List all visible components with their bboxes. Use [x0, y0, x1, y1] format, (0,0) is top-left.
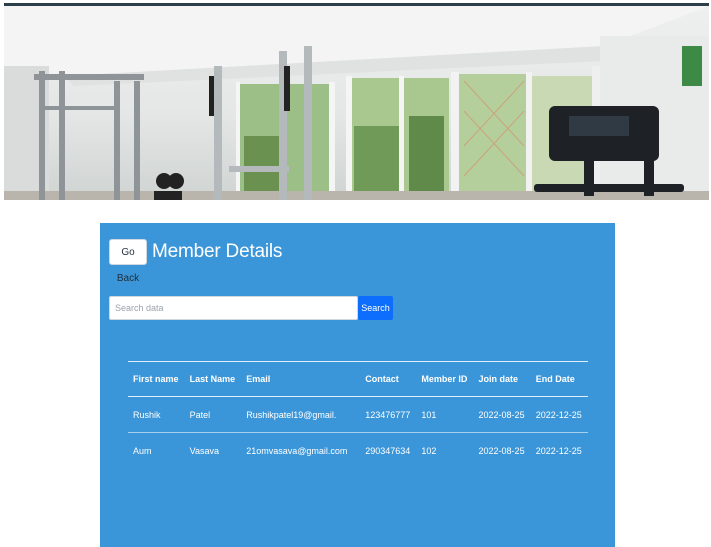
- cell-email: Rushikpatel19@gmail.: [246, 409, 337, 420]
- cell-contact: 290347634: [365, 445, 411, 456]
- column-header-last-name: Last Name: [189, 374, 236, 384]
- search-input[interactable]: [109, 296, 358, 320]
- member-details-panel: Go Back Member Details Search First name…: [100, 223, 615, 547]
- column-header-email: Email: [246, 374, 271, 384]
- column-header-end-date: End Date: [535, 374, 575, 384]
- cell-contact: 123476777: [365, 409, 411, 420]
- cell-last-name: Patel: [189, 409, 211, 420]
- members-table: First name Last Name Email Contact Membe…: [128, 361, 588, 468]
- cell-first-name: Aum: [133, 445, 152, 456]
- table-row[interactable]: Aum Vasava 21omvasava@gmail.com 29034763…: [128, 433, 588, 469]
- cell-member-id: 101: [421, 409, 437, 420]
- cell-end-date: 2022-12-25: [535, 409, 582, 420]
- column-header-member-id: Member ID: [421, 374, 468, 384]
- cell-end-date: 2022-12-25: [535, 445, 582, 456]
- gym-hero-image: [4, 3, 709, 200]
- cell-member-id: 102: [421, 445, 437, 456]
- page-title: Member Details: [152, 241, 283, 262]
- cell-join-date: 2022-08-25: [478, 409, 525, 420]
- search-button[interactable]: Search: [358, 296, 393, 320]
- column-header-first-name: First name: [133, 374, 179, 384]
- cell-join-date: 2022-08-25: [478, 445, 525, 456]
- cell-last-name: Vasava: [189, 445, 219, 456]
- column-header-contact: Contact: [365, 374, 399, 384]
- cell-first-name: Rushik: [133, 409, 161, 420]
- table-row[interactable]: Rushik Patel Rushikpatel19@gmail. 123476…: [128, 397, 588, 433]
- table-header-row: First name Last Name Email Contact Membe…: [128, 361, 588, 397]
- cell-email: 21omvasava@gmail.com: [246, 445, 348, 456]
- column-header-join-date: Join date: [478, 374, 519, 384]
- gym-illustration: [4, 6, 709, 200]
- go-back-button[interactable]: Go Back: [109, 239, 147, 284]
